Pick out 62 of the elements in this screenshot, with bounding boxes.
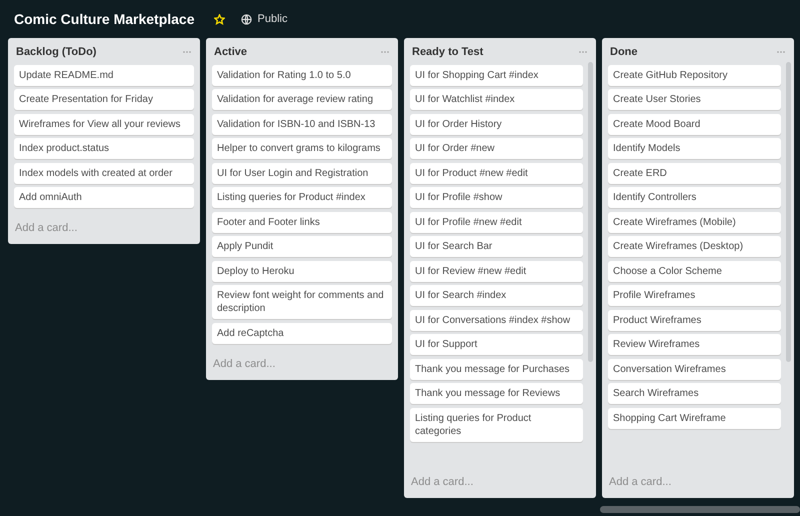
task-card[interactable]: Deploy to Heroku [212, 260, 392, 282]
task-card[interactable]: Wireframes for View all your reviews [14, 114, 194, 134]
list-title[interactable]: Ready to Test [412, 44, 484, 60]
task-card[interactable]: Apply Pundit [212, 236, 392, 257]
task-card[interactable]: Add reCaptcha [212, 322, 392, 344]
more-icon[interactable] [381, 51, 389, 54]
task-card[interactable]: Create ERD [608, 162, 781, 184]
task-card[interactable]: Listing queries for Product #index [212, 187, 392, 208]
task-card[interactable]: Index product.status [14, 138, 194, 159]
list-title[interactable]: Active [214, 44, 248, 60]
horizontal-scrollbar-thumb[interactable] [600, 506, 800, 513]
task-card[interactable]: Identify Controllers [608, 187, 781, 208]
visibility-label[interactable]: Public [258, 10, 288, 28]
task-card[interactable]: Thank you message for Reviews [410, 383, 583, 404]
task-card[interactable]: UI for Product #new #edit [410, 162, 583, 184]
more-icon[interactable] [777, 51, 785, 54]
task-card[interactable]: UI for Review #new #edit [410, 260, 583, 282]
task-card[interactable]: Create Mood Board [608, 114, 781, 134]
task-card[interactable]: Shopping Cart Wireframe [608, 408, 781, 428]
task-card[interactable]: Helper to convert grams to kilograms [212, 138, 392, 159]
task-card[interactable]: UI for Watchlist #index [410, 89, 583, 110]
task-card[interactable]: UI for Search Bar [410, 236, 583, 257]
task-card[interactable]: Create User Stories [608, 89, 781, 110]
list-title[interactable]: Done [610, 44, 638, 60]
task-card[interactable]: UI for Conversations #index #show [410, 310, 583, 330]
task-card[interactable]: Identify Models [608, 138, 781, 159]
task-card[interactable]: UI for User Login and Registration [212, 162, 392, 184]
task-card[interactable]: Footer and Footer links [212, 212, 392, 232]
task-card[interactable]: Update README.md [14, 64, 194, 86]
task-card[interactable]: Validation for average review rating [212, 89, 392, 110]
board-title[interactable]: Comic Culture Marketplace [14, 8, 194, 30]
task-card[interactable]: Index models with created at order [14, 162, 194, 184]
task-card[interactable]: Thank you message for Purchases [410, 358, 583, 380]
more-icon[interactable] [579, 51, 587, 54]
scrollbar-thumb[interactable] [588, 62, 593, 362]
task-card[interactable]: Create GitHub Repository [608, 64, 781, 86]
task-card[interactable]: UI for Profile #show [410, 187, 583, 208]
task-card[interactable]: Choose a Color Scheme [608, 260, 781, 282]
task-card[interactable]: Product Wireframes [608, 310, 781, 330]
task-card[interactable]: UI for Search #index [410, 285, 583, 306]
task-card[interactable]: Create Wireframes (Mobile) [608, 212, 781, 232]
task-card[interactable]: Validation for ISBN-10 and ISBN-13 [212, 114, 392, 134]
list-title[interactable]: Backlog (ToDo) [16, 44, 96, 60]
task-card[interactable]: Validation for Rating 1.0 to 5.0 [212, 64, 392, 86]
task-card[interactable]: Review font weight for comments and description [212, 285, 392, 319]
task-card[interactable]: UI for Order History [410, 114, 583, 134]
task-card[interactable]: UI for Support [410, 334, 583, 355]
task-card[interactable]: Add omniAuth [14, 187, 194, 208]
task-card[interactable]: UI for Shopping Cart #index [410, 64, 583, 86]
task-card[interactable]: Search Wireframes [608, 383, 781, 404]
more-icon[interactable] [183, 51, 191, 54]
star-icon[interactable] [214, 14, 224, 24]
scrollbar-thumb[interactable] [786, 62, 791, 362]
task-card[interactable]: Profile Wireframes [608, 285, 781, 306]
task-card[interactable]: UI for Profile #new #edit [410, 212, 583, 232]
task-card[interactable]: UI for Order #new [410, 138, 583, 159]
task-card[interactable]: Create Presentation for Friday [14, 89, 194, 110]
task-card[interactable]: Conversation Wireframes [608, 358, 781, 380]
task-card[interactable]: Listing queries for Product categories [410, 408, 583, 442]
globe-icon [240, 14, 252, 24]
task-card[interactable]: Review Wireframes [608, 334, 781, 355]
task-card[interactable]: Create Wireframes (Desktop) [608, 236, 781, 257]
